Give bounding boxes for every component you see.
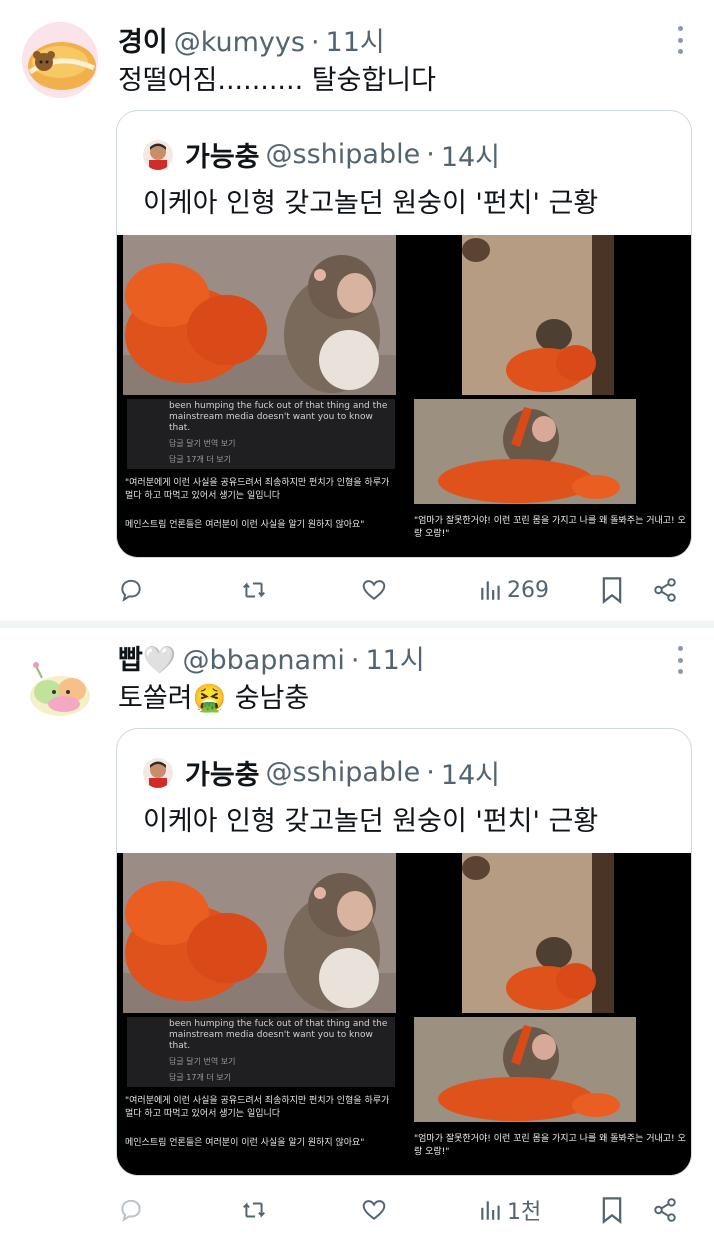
quote-tweet[interactable]: 가능충 @sshipable · 14시 이케아 인형 갖고놀던 원숭이 '펀치… xyxy=(116,728,692,1176)
views-button[interactable]: 1천 xyxy=(478,1190,541,1230)
media-image-comment-screenshot[interactable]: been humping the fuck out of that thing … xyxy=(117,399,402,557)
like-button[interactable] xyxy=(360,1190,388,1230)
display-name[interactable]: 경이 xyxy=(118,20,168,59)
bookmark-button[interactable] xyxy=(600,1190,624,1230)
reply-button[interactable] xyxy=(118,1190,144,1230)
caption-right: "엄마가 잘못한거야! 이런 꼬린 몸을 가지고 나를 왜 돌봐주는 거내고! … xyxy=(414,1134,686,1157)
quote-avatar xyxy=(143,757,173,788)
quote-text: 이케아 인형 갖고놀던 원숭이 '펀치' 근황 xyxy=(143,188,599,219)
retweet-button[interactable] xyxy=(240,570,268,610)
quote-timestamp: 14시 xyxy=(440,142,501,173)
media-grid[interactable]: been humping the fuck out of that thing … xyxy=(117,235,691,557)
retweet-button[interactable] xyxy=(240,1190,268,1230)
quote-header: 가능충 @sshipable · 14시 xyxy=(143,753,500,792)
quote-avatar xyxy=(143,139,173,170)
media-image-monkey-enclosure[interactable] xyxy=(406,235,691,395)
caption-korean-2: 메인스트림 언론들은 여러분이 이런 사실을 알기 원하지 않아요" xyxy=(125,1138,365,1148)
media-image-monkey-hitting[interactable]: "엄마가 잘못한거야! 이런 꼬린 몸을 가지고 나를 왜 돌봐주는 거내고! … xyxy=(406,399,691,557)
views-icon xyxy=(481,581,500,600)
share-icon xyxy=(654,1198,676,1222)
media-image-monkey-hitting[interactable]: "엄마가 잘못한거야! 이런 꼬린 몸을 가지고 나를 왜 돌봐주는 거내고! … xyxy=(406,1017,691,1175)
retweet-icon xyxy=(243,582,265,598)
caption-korean-2: 메인스트림 언론들은 여러분이 이런 사실을 알기 원하지 않아요" xyxy=(125,520,365,530)
quote-header: 가능충 @sshipable · 14시 xyxy=(143,135,500,174)
media-image-monkey-plush[interactable] xyxy=(117,235,402,395)
tweet-text: 정떨어짐.......... 탈숭합니다 xyxy=(118,65,436,96)
media-image-monkey-enclosure[interactable] xyxy=(406,853,691,1013)
avatar[interactable] xyxy=(22,22,98,98)
more-icon[interactable] xyxy=(676,646,684,674)
quote-text: 이케아 인형 갖고놀던 원숭이 '펀치' 근황 xyxy=(143,806,599,837)
caption-korean-1: "여러분에게 이런 사실을 공유드려서 죄송하지만 펀치가 인형을 하루가 멀다… xyxy=(125,478,390,501)
more-icon[interactable] xyxy=(676,26,684,54)
reply-icon xyxy=(121,1199,141,1222)
tweet[interactable]: 빱🤍 @bbapnami · 11시 토쏠려🤮 숭남충 가능충 @sshipab… xyxy=(0,628,714,1238)
media-image-monkey-plush[interactable] xyxy=(117,853,402,1013)
media-image-comment-screenshot[interactable]: been humping the fuck out of that thing … xyxy=(117,1017,402,1175)
quote-separator-dot: · xyxy=(426,757,435,788)
caption-right: "엄마가 잘못한거야! 이런 꼬린 몸을 가지고 나를 왜 돌봐주는 거내고! … xyxy=(414,516,686,539)
views-count: 1천 xyxy=(507,1200,542,1225)
tweet-header: 경이 @kumyys · 11시 xyxy=(118,20,385,60)
quote-tweet[interactable]: 가능충 @sshipable · 14시 이케아 인형 갖고놀던 원숭이 '펀치… xyxy=(116,110,692,558)
like-button[interactable] xyxy=(360,570,388,610)
handle[interactable]: @bbapnami xyxy=(182,645,344,676)
bookmark-icon xyxy=(602,577,622,604)
share-icon xyxy=(654,578,676,602)
quote-handle[interactable]: @sshipable xyxy=(266,757,421,788)
caption-english: been humping the fuck out of that thing … xyxy=(169,401,388,433)
caption-reply-buttons: 답글 달기 번역 보기 xyxy=(169,439,236,448)
retweet-icon xyxy=(243,1202,265,1218)
quote-timestamp: 14시 xyxy=(440,760,501,791)
reply-icon xyxy=(121,579,141,602)
views-count: 269 xyxy=(507,577,549,603)
like-icon xyxy=(362,580,386,600)
views-button[interactable]: 269 xyxy=(478,570,549,610)
like-icon xyxy=(362,1200,386,1220)
quote-display-name[interactable]: 가능충 xyxy=(185,135,260,174)
avatar[interactable] xyxy=(22,648,98,724)
tweet-text: 토쏠려🤮 숭남충 xyxy=(118,683,310,714)
separator-dot: · xyxy=(350,645,360,676)
quote-handle[interactable]: @sshipable xyxy=(266,139,421,170)
handle[interactable]: @kumyys xyxy=(174,27,305,58)
reply-button[interactable] xyxy=(118,570,144,610)
quote-separator-dot: · xyxy=(426,139,435,170)
caption-korean-1: "여러분에게 이런 사실을 공유드려서 죄송하지만 펀치가 인형을 하루가 멀다… xyxy=(125,1096,390,1119)
bookmark-button[interactable] xyxy=(600,570,624,610)
caption-reply-buttons: 답글 달기 번역 보기 xyxy=(169,1057,236,1066)
caption-more-replies: 답글 17개 더 보기 xyxy=(169,455,231,464)
share-button[interactable] xyxy=(652,1190,678,1230)
separator-dot: · xyxy=(310,27,320,58)
bookmark-icon xyxy=(602,1197,622,1224)
tweet-actions: 1천 xyxy=(0,1190,714,1230)
tweet-header: 빱🤍 @bbapnami · 11시 xyxy=(118,638,425,678)
caption-english: been humping the fuck out of that thing … xyxy=(169,1019,388,1051)
share-button[interactable] xyxy=(652,570,678,610)
views-icon xyxy=(481,1201,500,1220)
timestamp[interactable]: 11시 xyxy=(365,638,424,677)
timestamp[interactable]: 11시 xyxy=(326,20,385,59)
caption-more-replies: 답글 17개 더 보기 xyxy=(169,1073,231,1082)
tweet-actions: 269 xyxy=(0,570,714,610)
display-name[interactable]: 빱🤍 xyxy=(118,638,176,677)
quote-display-name[interactable]: 가능충 xyxy=(185,753,260,792)
tweet-separator xyxy=(0,621,714,628)
media-grid[interactable]: been humping the fuck out of that thing … xyxy=(117,853,691,1175)
tweet[interactable]: 경이 @kumyys · 11시 정떨어짐.......... 탈숭합니다 가능… xyxy=(0,0,714,622)
